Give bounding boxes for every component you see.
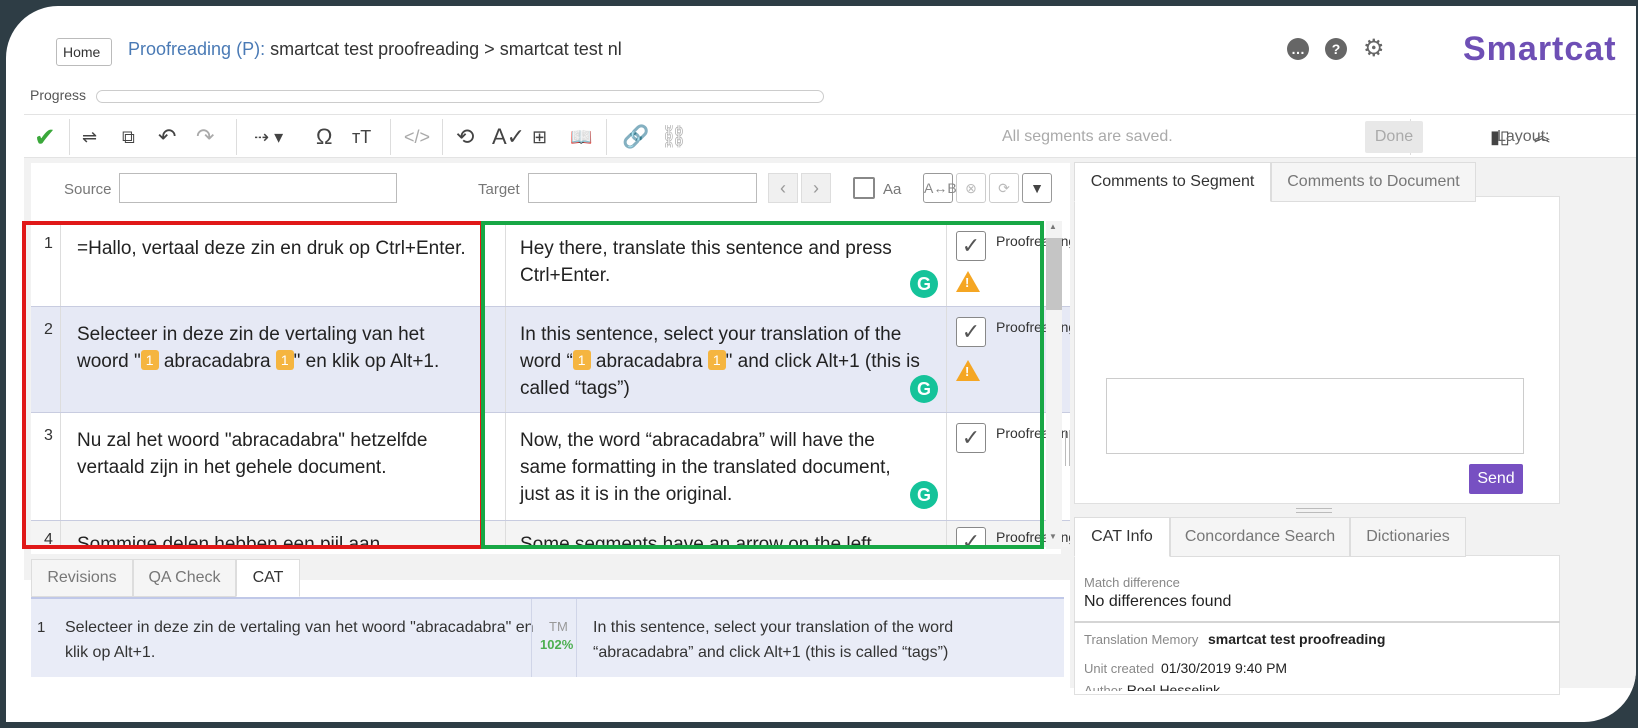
scroll-up-icon[interactable]: ▲ xyxy=(1049,222,1057,231)
breadcrumb-path: smartcat test proofreading > smartcat te… xyxy=(265,39,622,59)
tm-label: Translation Memory xyxy=(1084,632,1199,647)
unit-created-value: 01/30/2019 9:40 PM xyxy=(1161,660,1288,676)
progress-label: Progress xyxy=(30,87,87,103)
undo-icon[interactable]: ↶ xyxy=(158,125,176,149)
gear-icon[interactable]: ⚙ xyxy=(1363,34,1385,63)
target-column-highlight xyxy=(481,221,1044,549)
send-button[interactable]: Send xyxy=(1469,464,1523,494)
replace-icon[interactable]: A↔B xyxy=(923,173,957,203)
special-char-icon[interactable]: Ω xyxy=(316,125,332,149)
match-case-label: Aa xyxy=(883,181,902,198)
match-difference-value: No differences found xyxy=(1084,593,1232,610)
breadcrumb: Proofreading (P): smartcat test proofrea… xyxy=(128,39,622,60)
panel-splitter[interactable] xyxy=(1296,508,1332,513)
next-match-button[interactable]: › xyxy=(801,173,831,203)
unit-created-label: Unit created xyxy=(1084,661,1155,676)
comment-input[interactable] xyxy=(1106,378,1524,454)
concordance-icon[interactable]: ⊞ xyxy=(532,125,547,149)
done-button[interactable]: Done xyxy=(1365,121,1423,153)
unlink-icon[interactable]: ⛓ xyxy=(660,125,688,149)
author-row: Author Roel Hesselink xyxy=(1084,682,1220,691)
match-tm-label: TM xyxy=(549,619,568,634)
logo: Smartcat xyxy=(1463,30,1617,68)
chat-icon[interactable]: … xyxy=(1287,38,1309,60)
app-window: Home Proofreading (P): smartcat test pro… xyxy=(6,6,1636,722)
link-icon[interactable]: 🔗 xyxy=(622,125,649,149)
match-case-checkbox[interactable] xyxy=(853,177,875,199)
home-button[interactable]: Home xyxy=(56,38,112,66)
match-number: 1 xyxy=(37,619,46,636)
author-label: Author xyxy=(1084,683,1123,691)
match-percent: 102% xyxy=(540,637,574,652)
tab-concordance-search[interactable]: Concordance Search xyxy=(1170,517,1350,557)
tab-dictionaries[interactable]: Dictionaries xyxy=(1350,517,1466,557)
revert-icon[interactable]: ⟲ xyxy=(456,125,474,149)
tab-comments-segment[interactable]: Comments to Segment xyxy=(1074,162,1271,202)
help-icon[interactable]: ? xyxy=(1325,38,1347,60)
tab-qa-check[interactable]: QA Check xyxy=(133,559,236,597)
comments-panel xyxy=(1074,196,1560,504)
match-target: In this sentence, select your translatio… xyxy=(593,619,954,661)
scroll-down-icon[interactable]: ▼ xyxy=(1049,532,1057,541)
tab-cat[interactable]: CAT xyxy=(236,559,300,597)
author-value: Roel Hesselink xyxy=(1126,682,1221,691)
spellcheck-icon[interactable]: A✓ xyxy=(492,125,525,149)
tab-comments-document[interactable]: Comments to Document xyxy=(1271,162,1476,202)
target-filter-label: Target xyxy=(478,181,520,198)
match-difference-label: Match difference xyxy=(1084,575,1180,590)
cat-match-row[interactable]: 1 Selecteer in deze zin de vertaling van… xyxy=(31,597,1064,677)
clear-target-icon[interactable]: ⇌ xyxy=(82,125,97,149)
glossary-icon[interactable]: 📖 xyxy=(570,125,592,149)
column-splitter[interactable] xyxy=(1065,430,1070,466)
tags-icon[interactable]: </> xyxy=(404,125,430,149)
confirm-icon[interactable]: ✔ xyxy=(34,124,56,150)
tm-value: smartcat test proofreading xyxy=(1208,631,1386,647)
prev-match-button[interactable]: ‹ xyxy=(768,173,798,203)
source-column-highlight xyxy=(22,221,484,549)
tab-cat-info[interactable]: CAT Info xyxy=(1074,517,1170,557)
redo-icon[interactable]: ↷ xyxy=(196,125,214,149)
match-source: Selecteer in deze zin de vertaling van h… xyxy=(65,619,534,661)
change-case-icon[interactable]: ᴛT xyxy=(352,125,371,149)
refresh-icon[interactable]: ⟳ xyxy=(989,173,1019,203)
clear-filter-icon[interactable]: ⊗ xyxy=(956,173,986,203)
save-status: All segments are saved. xyxy=(1002,128,1173,145)
copy-source-icon[interactable]: ⧉ xyxy=(122,125,135,149)
filter-icon[interactable]: ▼ xyxy=(1022,173,1052,203)
source-filter-input[interactable] xyxy=(119,173,397,203)
breadcrumb-link[interactable]: Proofreading (P): xyxy=(128,39,265,59)
source-filter-label: Source xyxy=(64,181,112,198)
progress-bar xyxy=(96,90,824,103)
insert-tag-icon[interactable]: ⇢ ▾ xyxy=(254,125,283,149)
tab-revisions[interactable]: Revisions xyxy=(31,559,133,597)
scrollbar-thumb[interactable] xyxy=(1046,238,1062,310)
layout-label: Layout: xyxy=(1497,128,1550,145)
target-filter-input[interactable] xyxy=(528,173,757,203)
